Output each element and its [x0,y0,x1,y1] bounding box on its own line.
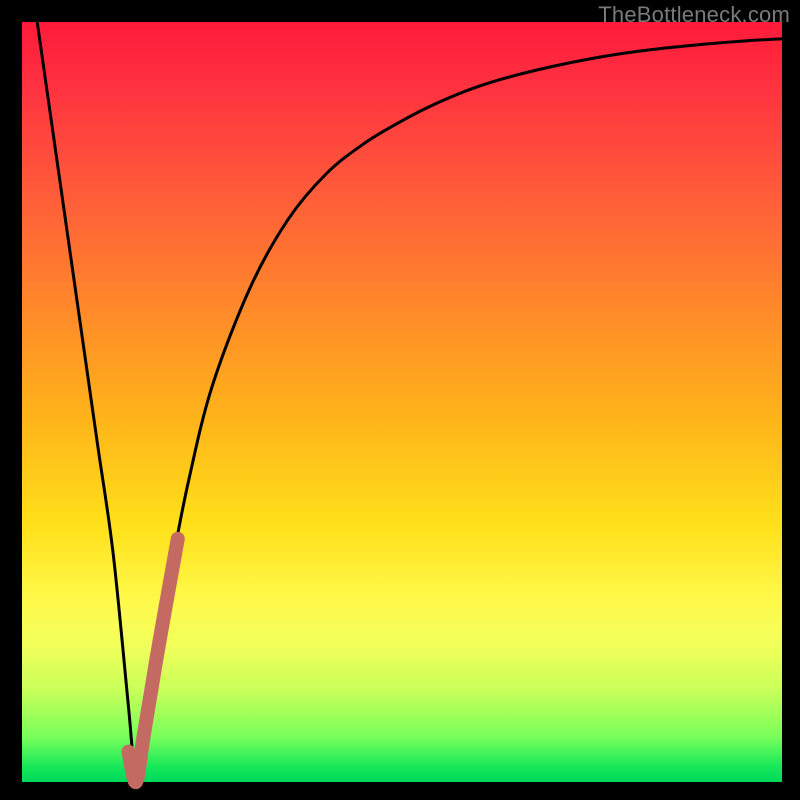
highlight-segment [128,539,177,782]
plot-area [22,22,782,782]
chart-frame: TheBottleneck.com [0,0,800,800]
chart-svg [22,22,782,782]
watermark-text: TheBottleneck.com [598,2,790,28]
